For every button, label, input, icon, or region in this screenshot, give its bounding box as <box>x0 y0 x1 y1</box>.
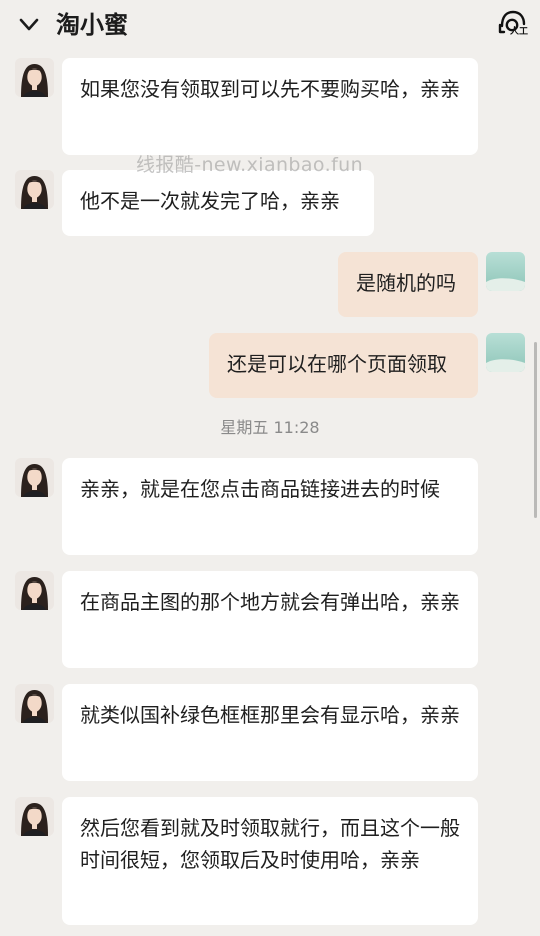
agent-message-bubble[interactable]: 亲亲，就是在您点击商品链接进去的时候 <box>62 458 478 555</box>
agent-avatar[interactable] <box>15 58 54 97</box>
message-text: 如果您没有领取到可以先不要购买哈，亲亲 <box>80 77 460 101</box>
agent-avatar[interactable] <box>15 458 54 497</box>
agent-message-bubble[interactable]: 如果您没有领取到可以先不要购买哈，亲亲 <box>62 58 478 155</box>
agent-message-bubble[interactable]: 他不是一次就发完了哈，亲亲 <box>62 170 374 236</box>
message-text: 是随机的吗 <box>356 271 456 295</box>
message-text: 还是可以在哪个页面领取 <box>227 352 447 376</box>
human-agent-button[interactable]: 人工 <box>496 8 530 42</box>
agent-avatar[interactable] <box>15 797 54 836</box>
agent-message-bubble[interactable]: 然后您看到就及时领取就行，而且这个一般时间很短，您领取后及时使用哈，亲亲 <box>62 797 478 925</box>
page-title: 淘小蜜 <box>56 11 128 39</box>
message-text: 在商品主图的那个地方就会有弹出哈，亲亲 <box>80 590 460 614</box>
user-avatar[interactable] <box>486 333 525 372</box>
agent-message-bubble[interactable]: 在商品主图的那个地方就会有弹出哈，亲亲 <box>62 571 478 668</box>
message-text: 亲亲，就是在您点击商品链接进去的时候 <box>80 477 440 501</box>
message-text: 他不是一次就发完了哈，亲亲 <box>80 189 340 213</box>
user-avatar[interactable] <box>486 252 525 291</box>
back-chevron-icon[interactable] <box>14 10 44 40</box>
scrollbar[interactable] <box>534 342 537 518</box>
user-message-bubble[interactable]: 是随机的吗 <box>338 252 478 317</box>
chat-timestamp: 星期五 11:28 <box>220 418 320 437</box>
message-text: 然后您看到就及时领取就行，而且这个一般时间很短，您领取后及时使用哈，亲亲 <box>80 816 460 872</box>
chat-header: 淘小蜜 人工 <box>0 0 540 50</box>
agent-message-bubble[interactable]: 就类似国补绿色框框那里会有显示哈，亲亲 <box>62 684 478 781</box>
agent-avatar[interactable] <box>15 684 54 723</box>
user-message-bubble[interactable]: 还是可以在哪个页面领取 <box>209 333 478 398</box>
agent-avatar[interactable] <box>15 571 54 610</box>
human-agent-label: 人工 <box>510 27 529 37</box>
message-text: 就类似国补绿色框框那里会有显示哈，亲亲 <box>80 703 460 727</box>
agent-avatar[interactable] <box>15 170 54 209</box>
